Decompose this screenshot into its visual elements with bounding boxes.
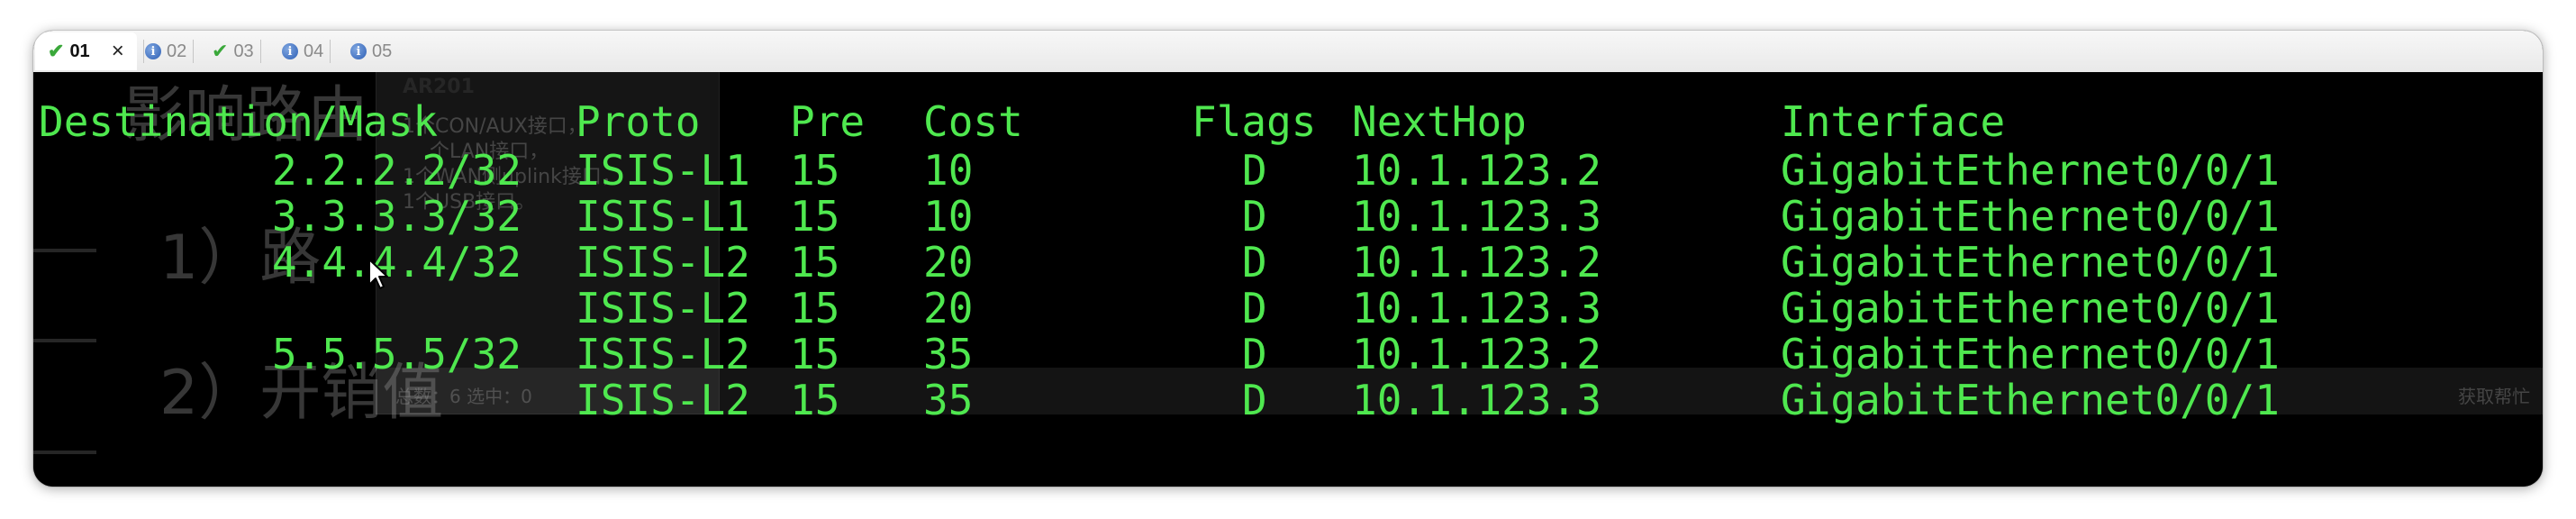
check-icon: ✔	[48, 40, 65, 62]
route-pre: 15	[790, 376, 840, 424]
tab-label: 01	[69, 41, 90, 61]
route-cost: 35	[923, 376, 974, 424]
route-pre: 15	[790, 284, 840, 332]
route-cost: 10	[923, 146, 974, 195]
route-interface: GigabitEthernet0/0/1	[1781, 330, 2280, 378]
route-nexthop: 10.1.123.3	[1352, 192, 1601, 241]
route-flags: D	[1242, 146, 1267, 195]
tab-label: 04	[304, 41, 324, 61]
route-interface: GigabitEthernet0/0/1	[1781, 146, 2280, 195]
route-pre: 15	[790, 330, 840, 378]
route-flags: D	[1242, 284, 1267, 332]
mouse-cursor-icon	[368, 259, 388, 289]
header-nexthop: NextHop	[1352, 97, 1527, 146]
tab-label: 05	[372, 41, 393, 61]
routing-table: Destination/Mask Proto Pre Cost Flags Ne…	[33, 72, 2543, 487]
route-destination: 3.3.3.3/32	[272, 192, 522, 241]
route-flags: D	[1242, 330, 1267, 378]
tab-04[interactable]: i 04	[282, 32, 331, 70]
route-nexthop: 10.1.123.3	[1352, 376, 1601, 424]
route-interface: GigabitEthernet0/0/1	[1781, 284, 2280, 332]
tab-01[interactable]: ✔ 01 ×	[35, 32, 144, 70]
route-flags: D	[1242, 238, 1267, 287]
tab-03[interactable]: ✔ 03	[212, 32, 261, 70]
check-icon: ✔	[212, 40, 229, 62]
route-pre: 15	[790, 192, 840, 241]
tab-label: 03	[233, 41, 254, 61]
route-pre: 15	[790, 238, 840, 287]
session-tab-bar: ✔ 01 × i 02 ✔ 03 i 04 i 05	[33, 31, 2543, 73]
route-nexthop: 10.1.123.2	[1352, 146, 1601, 195]
route-proto: ISIS-L1	[576, 192, 750, 241]
route-nexthop: 10.1.123.2	[1352, 238, 1601, 287]
route-nexthop: 10.1.123.3	[1352, 284, 1601, 332]
route-cost: 20	[923, 284, 974, 332]
route-destination: 2.2.2.2/32	[272, 146, 522, 195]
header-interface: Interface	[1781, 97, 2006, 146]
route-nexthop: 10.1.123.2	[1352, 330, 1601, 378]
header-proto: Proto	[576, 97, 701, 146]
route-destination: 5.5.5.5/32	[272, 330, 522, 378]
route-pre: 15	[790, 146, 840, 195]
info-icon: i	[282, 43, 298, 59]
tab-02[interactable]: i 02	[145, 32, 195, 70]
tab-05[interactable]: i 05	[350, 32, 392, 70]
terminal-window: ✔ 01 × i 02 ✔ 03 i 04 i 05 AR201 1个CON/A…	[33, 31, 2543, 487]
route-interface: GigabitEthernet0/0/1	[1781, 192, 2280, 241]
route-cost: 35	[923, 330, 974, 378]
close-icon[interactable]: ×	[112, 39, 124, 64]
route-proto: ISIS-L2	[576, 376, 750, 424]
route-cost: 20	[923, 238, 974, 287]
header-flags: Flags	[1192, 97, 1317, 146]
route-flags: D	[1242, 376, 1267, 424]
route-interface: GigabitEthernet0/0/1	[1781, 238, 2280, 287]
route-flags: D	[1242, 192, 1267, 241]
route-proto: ISIS-L2	[576, 238, 750, 287]
header-pre: Pre	[790, 97, 866, 146]
route-proto: ISIS-L2	[576, 330, 750, 378]
header-cost: Cost	[923, 97, 1023, 146]
tab-label: 02	[167, 41, 187, 61]
route-proto: ISIS-L2	[576, 284, 750, 332]
route-interface: GigabitEthernet0/0/1	[1781, 376, 2280, 424]
header-destination: Destination/Mask	[39, 97, 439, 146]
terminal-output[interactable]: AR201 1个CON/AUX接口， 个LAN接口， 1个WAN侧uplink接…	[33, 72, 2543, 487]
route-proto: ISIS-L1	[576, 146, 750, 195]
route-cost: 10	[923, 192, 974, 241]
info-icon: i	[145, 43, 161, 59]
route-destination: 4.4.4.4/32	[272, 238, 522, 287]
info-icon: i	[350, 43, 367, 59]
